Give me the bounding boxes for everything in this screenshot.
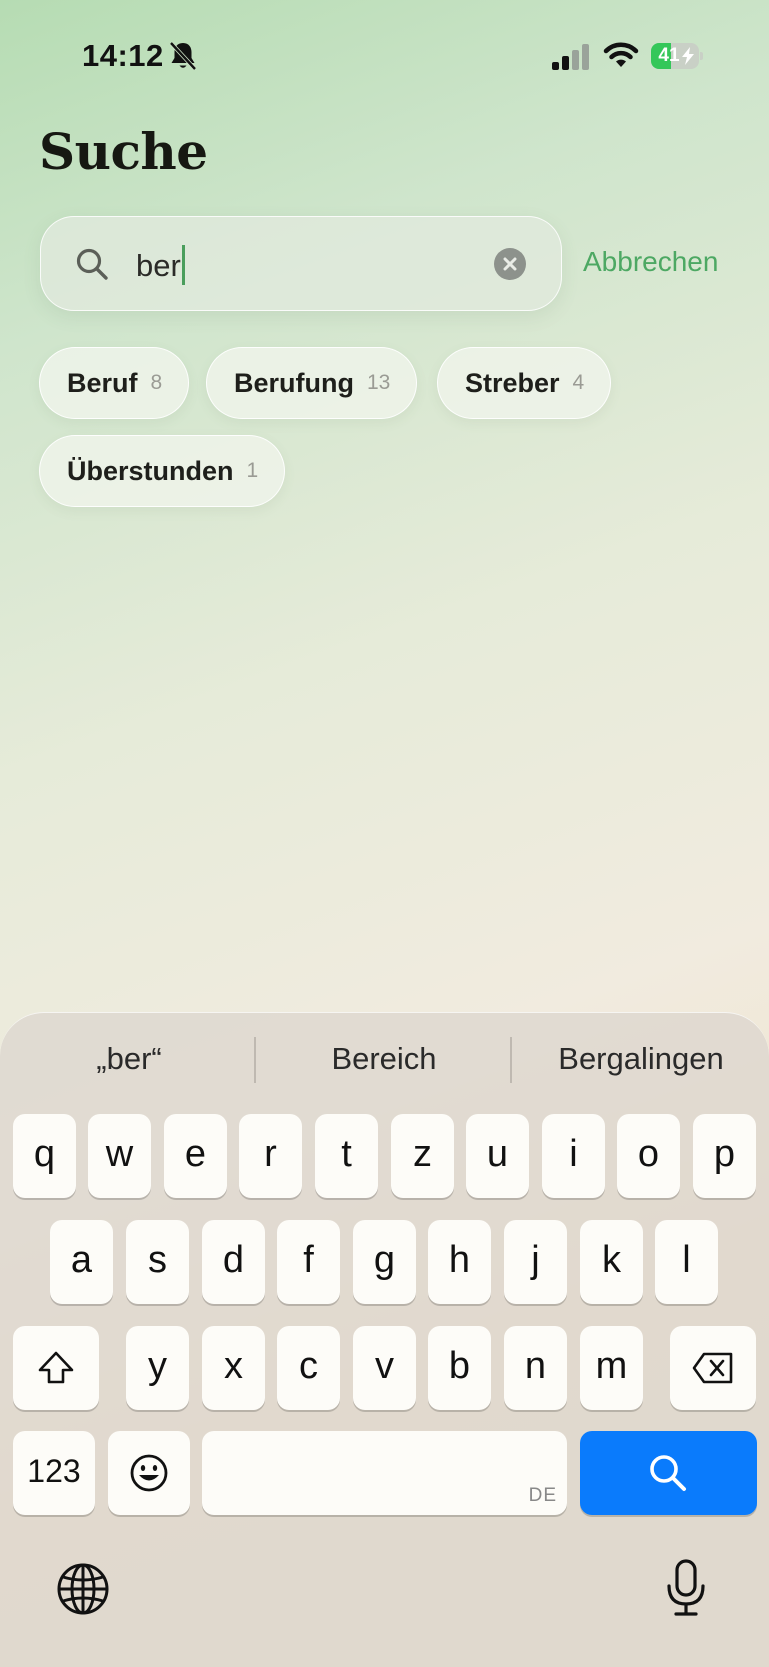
shift-icon bbox=[38, 1351, 74, 1384]
chip-count: 8 bbox=[150, 371, 163, 394]
key-y[interactable]: y bbox=[126, 1326, 189, 1410]
result-chip[interactable]: Beruf 8 bbox=[39, 347, 190, 419]
microphone-icon[interactable] bbox=[664, 1558, 708, 1618]
result-chip[interactable]: Streber 4 bbox=[437, 347, 612, 419]
keyboard-language-label: DE bbox=[528, 1485, 557, 1506]
charging-bolt-icon bbox=[682, 47, 694, 65]
search-input[interactable]: ber bbox=[136, 245, 185, 285]
chip-label: Berufung bbox=[234, 367, 354, 398]
battery-indicator: 41 bbox=[651, 43, 703, 69]
page-title: Suche bbox=[39, 122, 208, 181]
emoji-icon bbox=[130, 1454, 168, 1492]
result-chip[interactable]: Berufung 13 bbox=[206, 347, 418, 419]
key-k[interactable]: k bbox=[580, 1220, 643, 1304]
keyboard: „ber“ Bereich Bergalingen q w e r t z u … bbox=[0, 1012, 769, 1667]
chip-count: 1 bbox=[246, 459, 259, 482]
backspace-icon bbox=[692, 1352, 733, 1384]
bell-slash-icon bbox=[169, 41, 197, 71]
emoji-key[interactable] bbox=[108, 1431, 190, 1515]
keyboard-suggestion[interactable]: Bergalingen bbox=[516, 1041, 766, 1077]
clear-search-button[interactable] bbox=[494, 248, 526, 280]
key-o[interactable]: o bbox=[617, 1114, 680, 1198]
chip-label: Überstunden bbox=[67, 455, 234, 486]
cancel-button[interactable]: Abbrechen bbox=[583, 246, 718, 278]
search-icon bbox=[650, 1455, 686, 1491]
keyboard-suggestion[interactable]: „ber“ bbox=[4, 1041, 254, 1077]
key-p[interactable]: p bbox=[693, 1114, 756, 1198]
key-q[interactable]: q bbox=[13, 1114, 76, 1198]
search-input-value: ber bbox=[136, 248, 181, 283]
key-u[interactable]: u bbox=[466, 1114, 529, 1198]
key-d[interactable]: d bbox=[202, 1220, 265, 1304]
keyboard-search-key[interactable] bbox=[580, 1431, 757, 1515]
backspace-key[interactable] bbox=[670, 1326, 756, 1410]
keyboard-suggestion[interactable]: Bereich bbox=[259, 1041, 509, 1077]
suggestion-divider bbox=[510, 1037, 512, 1083]
search-icon bbox=[76, 248, 108, 280]
wifi-icon bbox=[603, 42, 639, 67]
status-bar: 14:12 41 bbox=[0, 0, 769, 110]
key-b[interactable]: b bbox=[428, 1326, 491, 1410]
key-n[interactable]: n bbox=[504, 1326, 567, 1410]
result-chip[interactable]: Überstunden 1 bbox=[39, 435, 286, 507]
numbers-key[interactable]: 123 bbox=[13, 1431, 95, 1515]
key-z[interactable]: z bbox=[391, 1114, 454, 1198]
chip-count: 4 bbox=[572, 371, 585, 394]
search-field[interactable]: ber bbox=[40, 216, 562, 311]
key-e[interactable]: e bbox=[164, 1114, 227, 1198]
chip-label: Beruf bbox=[67, 367, 138, 398]
key-l[interactable]: l bbox=[655, 1220, 718, 1304]
key-m[interactable]: m bbox=[580, 1326, 643, 1410]
key-c[interactable]: c bbox=[277, 1326, 340, 1410]
key-r[interactable]: r bbox=[239, 1114, 302, 1198]
suggestion-divider bbox=[254, 1037, 256, 1083]
key-s[interactable]: s bbox=[126, 1220, 189, 1304]
key-x[interactable]: x bbox=[202, 1326, 265, 1410]
clear-x-icon bbox=[503, 257, 517, 271]
space-key[interactable]: DE bbox=[202, 1431, 567, 1515]
text-cursor bbox=[181, 245, 185, 285]
status-time: 14:12 bbox=[82, 38, 164, 73]
chip-count: 13 bbox=[366, 371, 391, 394]
key-t[interactable]: t bbox=[315, 1114, 378, 1198]
key-j[interactable]: j bbox=[504, 1220, 567, 1304]
key-a[interactable]: a bbox=[50, 1220, 113, 1304]
key-g[interactable]: g bbox=[353, 1220, 416, 1304]
key-f[interactable]: f bbox=[277, 1220, 340, 1304]
key-i[interactable]: i bbox=[542, 1114, 605, 1198]
globe-icon[interactable] bbox=[55, 1561, 111, 1617]
signal-icon bbox=[552, 44, 589, 70]
chip-label: Streber bbox=[465, 367, 560, 398]
shift-key[interactable] bbox=[13, 1326, 99, 1410]
key-v[interactable]: v bbox=[353, 1326, 416, 1410]
key-h[interactable]: h bbox=[428, 1220, 491, 1304]
key-w[interactable]: w bbox=[88, 1114, 151, 1198]
